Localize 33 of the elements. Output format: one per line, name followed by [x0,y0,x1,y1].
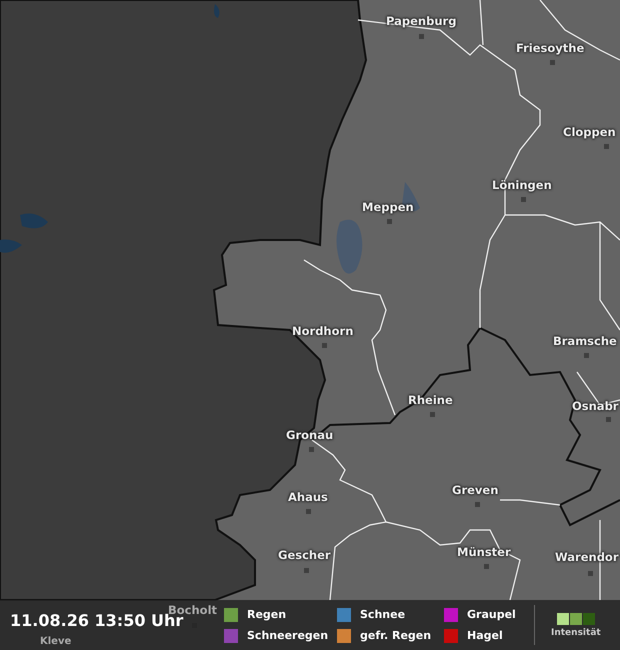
legend-label: Schneeregen [247,629,328,642]
city-marker [484,564,489,569]
city-label: Bramsche [553,334,617,348]
city-marker [475,502,480,507]
city-label: Papenburg [386,14,456,28]
city-marker [588,571,593,576]
city-marker [309,447,314,452]
city-marker [584,353,589,358]
city-label: Cloppen [563,125,616,139]
legend-label: Hagel [467,629,503,642]
city-marker [306,509,311,514]
city-label: Nordhorn [292,324,354,338]
city-label: Greven [452,483,498,497]
legend-label: gefr. Regen [360,629,432,642]
legend-label: Regen [247,608,286,621]
city-marker [604,144,609,149]
city-marker [550,60,555,65]
city-marker [419,34,424,39]
legend-label: Graupel [467,608,516,621]
legend-label: Schnee [360,608,406,621]
city-marker [521,197,526,202]
city-label: Friesoythe [516,41,584,55]
intensity-label: Intensität [551,628,601,638]
city-label: Gescher [278,548,331,562]
city-label: Kleve [40,636,72,647]
city-label: Meppen [362,200,414,214]
city-marker [322,343,327,348]
city-marker [606,417,611,422]
city-marker [387,219,392,224]
city-marker [304,568,309,573]
city-label: Ahaus [288,490,328,504]
city-label: Gronau [286,428,334,442]
city-marker [430,412,435,417]
